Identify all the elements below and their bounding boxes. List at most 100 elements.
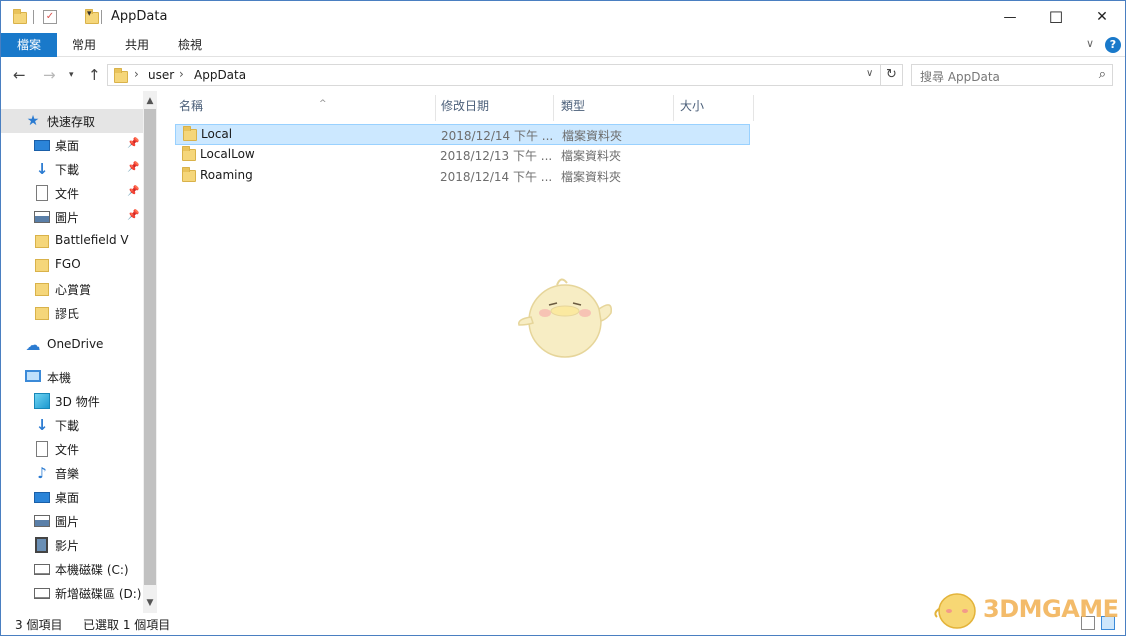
nav-item-battlefield[interactable]: Battlefield V [1, 229, 143, 253]
pin-icon[interactable]: 📌 [127, 186, 139, 197]
nav-item-pictures-pc[interactable]: 圖片 [1, 509, 143, 533]
address-bar[interactable]: › user › AppData ∨ [107, 64, 881, 86]
refresh-icon: ↻ [886, 67, 897, 82]
tab-view[interactable]: 檢視 [167, 33, 213, 57]
file-row[interactable]: Local 2018/12/14 下午 ... 檔案資料夾 [175, 124, 750, 145]
nav-item-pictures[interactable]: 圖片 📌 [1, 205, 143, 229]
title-bar: ✓ ▾ AppData — ☐ ✕ [1, 1, 1125, 33]
nav-item-music[interactable]: ♪ 音樂 [1, 461, 143, 485]
customize-toolbar-icon[interactable]: ▾ [87, 9, 92, 27]
tab-home[interactable]: 常用 [61, 33, 107, 57]
nav-label: 桌面 [55, 491, 80, 505]
file-name: Roaming [200, 168, 253, 182]
refresh-button[interactable]: ↻ [881, 64, 903, 86]
file-row[interactable]: Roaming 2018/12/14 下午 ... 檔案資料夾 [175, 166, 750, 187]
column-header-date[interactable]: 修改日期 [441, 95, 553, 121]
nav-label: 本機 [47, 371, 72, 385]
nav-label: 桌面 [55, 139, 80, 153]
item-count: 3 個項目 [15, 618, 63, 632]
file-name: LocalLow [200, 147, 255, 161]
star-icon: ★ [26, 113, 40, 129]
chevron-right-icon[interactable]: › [179, 67, 184, 81]
nav-item-3d-objects[interactable]: 3D 物件 [1, 389, 143, 413]
nav-item-documents[interactable]: 文件 📌 [1, 181, 143, 205]
file-type: 檔案資料夾 [561, 170, 622, 184]
scroll-up-icon[interactable]: ▲ [143, 93, 157, 109]
column-header-type[interactable]: 類型 [561, 95, 673, 121]
watermark-mascot-icon [934, 593, 976, 629]
chevron-right-icon[interactable]: › [134, 67, 139, 81]
maximize-button[interactable]: ☐ [1033, 1, 1079, 33]
folder-icon[interactable] [13, 9, 27, 24]
close-button[interactable]: ✕ [1079, 1, 1125, 33]
chevron-down-icon[interactable]: ∨ [866, 68, 873, 79]
scrollbar-thumb[interactable] [144, 109, 156, 585]
nav-item-desktop-pc[interactable]: 桌面 [1, 485, 143, 509]
nav-this-pc[interactable]: 本機 [1, 365, 143, 389]
document-icon [36, 185, 48, 201]
nav-item-videos[interactable]: 影片 [1, 533, 143, 557]
nav-item-downloads-pc[interactable]: ↓ 下載 [1, 413, 143, 437]
column-divider[interactable] [753, 95, 754, 121]
maximize-icon: ☐ [1048, 7, 1064, 27]
column-divider[interactable] [435, 95, 436, 121]
nav-item-folder-4[interactable]: 謬氏 [1, 301, 143, 325]
help-icon[interactable]: ? [1105, 37, 1121, 53]
drive-icon [34, 564, 50, 575]
scroll-down-icon[interactable]: ▼ [143, 595, 157, 611]
close-icon: ✕ [1096, 9, 1108, 25]
pictures-icon [34, 515, 50, 527]
pin-icon[interactable]: 📌 [127, 138, 139, 149]
nav-quick-access[interactable]: ★ 快速存取 [1, 109, 143, 133]
nav-label: 下載 [55, 419, 80, 433]
breadcrumb-appdata[interactable]: AppData [194, 68, 246, 82]
column-header-size[interactable]: 大小 [680, 95, 750, 121]
up-icon[interactable]: ↑ [88, 65, 101, 85]
expand-ribbon-icon[interactable]: ∨ [1086, 37, 1094, 50]
nav-item-fgo[interactable]: FGO [1, 253, 143, 277]
recent-locations-icon[interactable]: ▾ [69, 65, 74, 85]
forward-icon[interactable]: → [43, 65, 56, 85]
search-input[interactable]: 搜尋 AppData ⌕ [911, 64, 1113, 86]
3d-objects-icon [34, 393, 50, 409]
file-list: 名稱 ^ 修改日期 類型 大小 Local 2018/12/14 下午 ... … [159, 91, 1125, 613]
tab-file[interactable]: 檔案 [1, 33, 57, 57]
nav-onedrive[interactable]: ☁ OneDrive [1, 333, 143, 357]
music-icon: ♪ [37, 464, 47, 482]
column-header-name[interactable]: 名稱 ^ [179, 95, 435, 121]
mascot-image [518, 278, 612, 358]
properties-icon[interactable]: ✓ [43, 10, 57, 24]
nav-label: 謬氏 [55, 307, 80, 321]
tab-share[interactable]: 共用 [114, 33, 160, 57]
address-toolbar: ← → ▾ ↑ › user › AppData ∨ ↻ 搜尋 AppData … [1, 59, 1125, 91]
file-type: 檔案資料夾 [562, 129, 623, 143]
folder-icon [183, 126, 197, 141]
download-icon: ↓ [35, 160, 49, 178]
ribbon-tabs: 檔案 常用 共用 檢視 ∨ ? [1, 33, 1125, 57]
explorer-window: ✓ ▾ AppData — ☐ ✕ 檔案 常用 共用 檢視 ∨ ? ← → ▾ … [0, 0, 1126, 636]
breadcrumb-user[interactable]: user [148, 68, 174, 82]
search-placeholder: 搜尋 AppData [920, 70, 1000, 84]
column-divider[interactable] [553, 95, 554, 121]
pin-icon[interactable]: 📌 [127, 210, 139, 221]
nav-label: OneDrive [47, 337, 104, 351]
nav-label: 本機磁碟 (C:) [55, 563, 129, 577]
back-icon[interactable]: ← [13, 65, 26, 85]
nav-item-documents-pc[interactable]: 文件 [1, 437, 143, 461]
nav-label: 下載 [55, 163, 80, 177]
nav-item-drive-c[interactable]: 本機磁碟 (C:) [1, 557, 143, 581]
file-type: 檔案資料夾 [561, 149, 622, 163]
pin-icon[interactable]: 📌 [127, 162, 139, 173]
folder-icon [35, 259, 49, 272]
window-title: AppData [111, 9, 168, 24]
column-divider[interactable] [673, 95, 674, 121]
file-date: 2018/12/13 下午 ... [440, 149, 553, 163]
folder-icon [182, 167, 196, 182]
nav-item-folder-3[interactable]: 心賞賞 [1, 277, 143, 301]
nav-item-drive-d[interactable]: 新增磁碟區 (D:) [1, 581, 143, 605]
nav-item-downloads[interactable]: ↓ 下載 📌 [1, 157, 143, 181]
minimize-button[interactable]: — [987, 1, 1033, 33]
nav-item-desktop[interactable]: 桌面 📌 [1, 133, 143, 157]
nav-label: 圖片 [55, 515, 80, 529]
file-row[interactable]: LocalLow 2018/12/13 下午 ... 檔案資料夾 [175, 145, 750, 166]
